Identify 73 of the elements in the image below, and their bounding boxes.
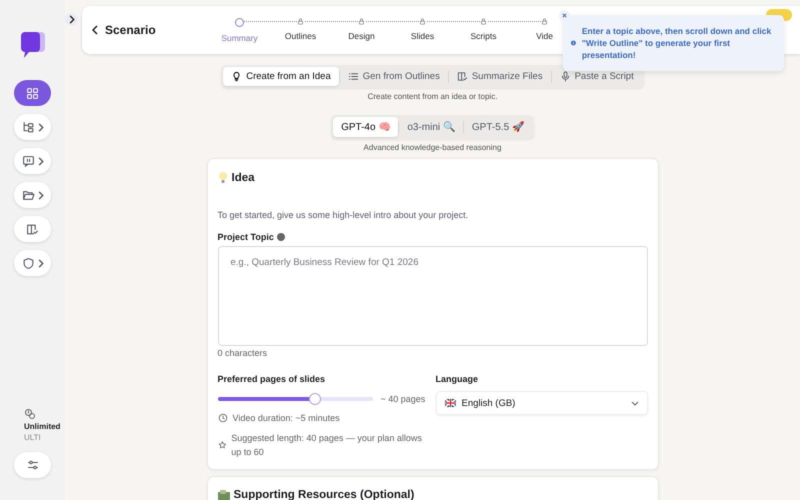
field-label: Project Topic xyxy=(218,232,274,242)
clock-icon xyxy=(218,413,228,423)
chat-icon xyxy=(22,154,34,168)
chevron-right-icon xyxy=(36,190,44,200)
resources-icon xyxy=(218,490,230,500)
field-label: Preferred pages of slides xyxy=(218,374,326,384)
sidebar-nav-button[interactable] xyxy=(14,80,51,106)
grid-icon xyxy=(26,86,39,100)
sidebar-nav-button[interactable] xyxy=(14,250,51,276)
language-select[interactable]: English (GB) xyxy=(436,391,648,415)
coins-icon xyxy=(24,408,36,420)
step-tab[interactable]: Vide xyxy=(536,30,553,40)
book-icon xyxy=(26,222,39,236)
lock-icon xyxy=(480,18,487,24)
lightbulb-icon xyxy=(218,171,228,184)
lock-icon xyxy=(358,18,365,24)
sidebar-nav-button[interactable] xyxy=(14,114,51,140)
field-label: Language xyxy=(436,374,478,384)
note-text: Suggested length: 40 pages — your plan allows up to 60 xyxy=(231,432,423,459)
model-hint: Advanced knowledge-based reasoning xyxy=(364,143,502,152)
topic-input[interactable]: e.g., Quarterly Business Review for Q1 2026 xyxy=(218,246,648,346)
list-icon xyxy=(348,71,359,82)
folder-icon xyxy=(22,188,34,202)
card-title: Idea xyxy=(232,172,255,184)
model-tab[interactable]: o3-mini 🔍 xyxy=(399,117,463,137)
note-text: Video duration: ~5 minutes xyxy=(232,412,340,425)
plan-name: Unlimited xyxy=(24,422,60,431)
close-icon xyxy=(562,13,567,18)
step-tab[interactable]: Summary xyxy=(221,32,258,42)
character-count: 0 characters xyxy=(218,348,268,358)
chevron-right-icon xyxy=(36,156,44,166)
mode-tab[interactable]: Paste a Script xyxy=(552,67,642,86)
lightbulb-icon xyxy=(231,71,242,82)
model-tab[interactable]: GPT-5.5 🚀 xyxy=(464,117,532,137)
pages-slider[interactable] xyxy=(218,393,372,405)
slider-thumb[interactable] xyxy=(309,393,322,405)
mode-tab[interactable]: Create from an Idea xyxy=(223,67,339,86)
pages-reading: ~ 40 pages xyxy=(380,394,426,404)
dropdown-chevron-icon xyxy=(630,400,638,406)
shield-icon xyxy=(22,256,34,270)
sidebar-nav-button[interactable] xyxy=(14,216,51,242)
model-tab[interactable]: GPT-4o 🧠 xyxy=(333,117,398,137)
back-icon xyxy=(92,25,99,35)
expand-sidebar-button[interactable] xyxy=(65,13,78,26)
mode-tab[interactable]: Gen from Outlines xyxy=(340,67,448,86)
chevron-right-icon xyxy=(36,122,44,132)
star-icon xyxy=(218,440,226,450)
step-tab[interactable]: Scripts xyxy=(470,30,496,40)
step-tab[interactable]: Slides xyxy=(410,30,434,40)
sidebar-nav-button[interactable] xyxy=(14,182,51,208)
chevron-right-icon xyxy=(36,258,44,268)
lock-icon xyxy=(297,18,304,24)
page-title: Scenario xyxy=(105,23,157,37)
book-icon xyxy=(456,71,468,82)
settings-icon xyxy=(26,459,38,471)
flag-icon xyxy=(444,399,456,407)
lock-icon xyxy=(419,18,426,24)
mode-tab[interactable]: Summarize Files xyxy=(448,67,551,86)
help-icon xyxy=(276,233,285,241)
current-step-icon xyxy=(235,18,244,26)
intro-text: To get started, give us some high-level intro about your project. xyxy=(218,210,470,220)
microphone-icon xyxy=(560,71,571,82)
plan-tier-label: ULTI xyxy=(24,433,42,442)
toast-message: Enter a topic above, then scroll down and click "Write Outline" to generate your first presentation! xyxy=(582,25,772,61)
settings-button[interactable] xyxy=(14,452,51,478)
step-tab[interactable]: Outlines xyxy=(284,30,316,40)
info-icon xyxy=(571,38,576,48)
chevron-right-icon xyxy=(68,15,75,24)
mode-hint: Create content from an idea or topic. xyxy=(368,92,498,101)
hierarchy-icon xyxy=(22,120,34,134)
lock-icon xyxy=(541,18,548,24)
step-tab[interactable]: Design xyxy=(348,30,375,40)
sidebar-nav-button[interactable] xyxy=(14,148,51,174)
